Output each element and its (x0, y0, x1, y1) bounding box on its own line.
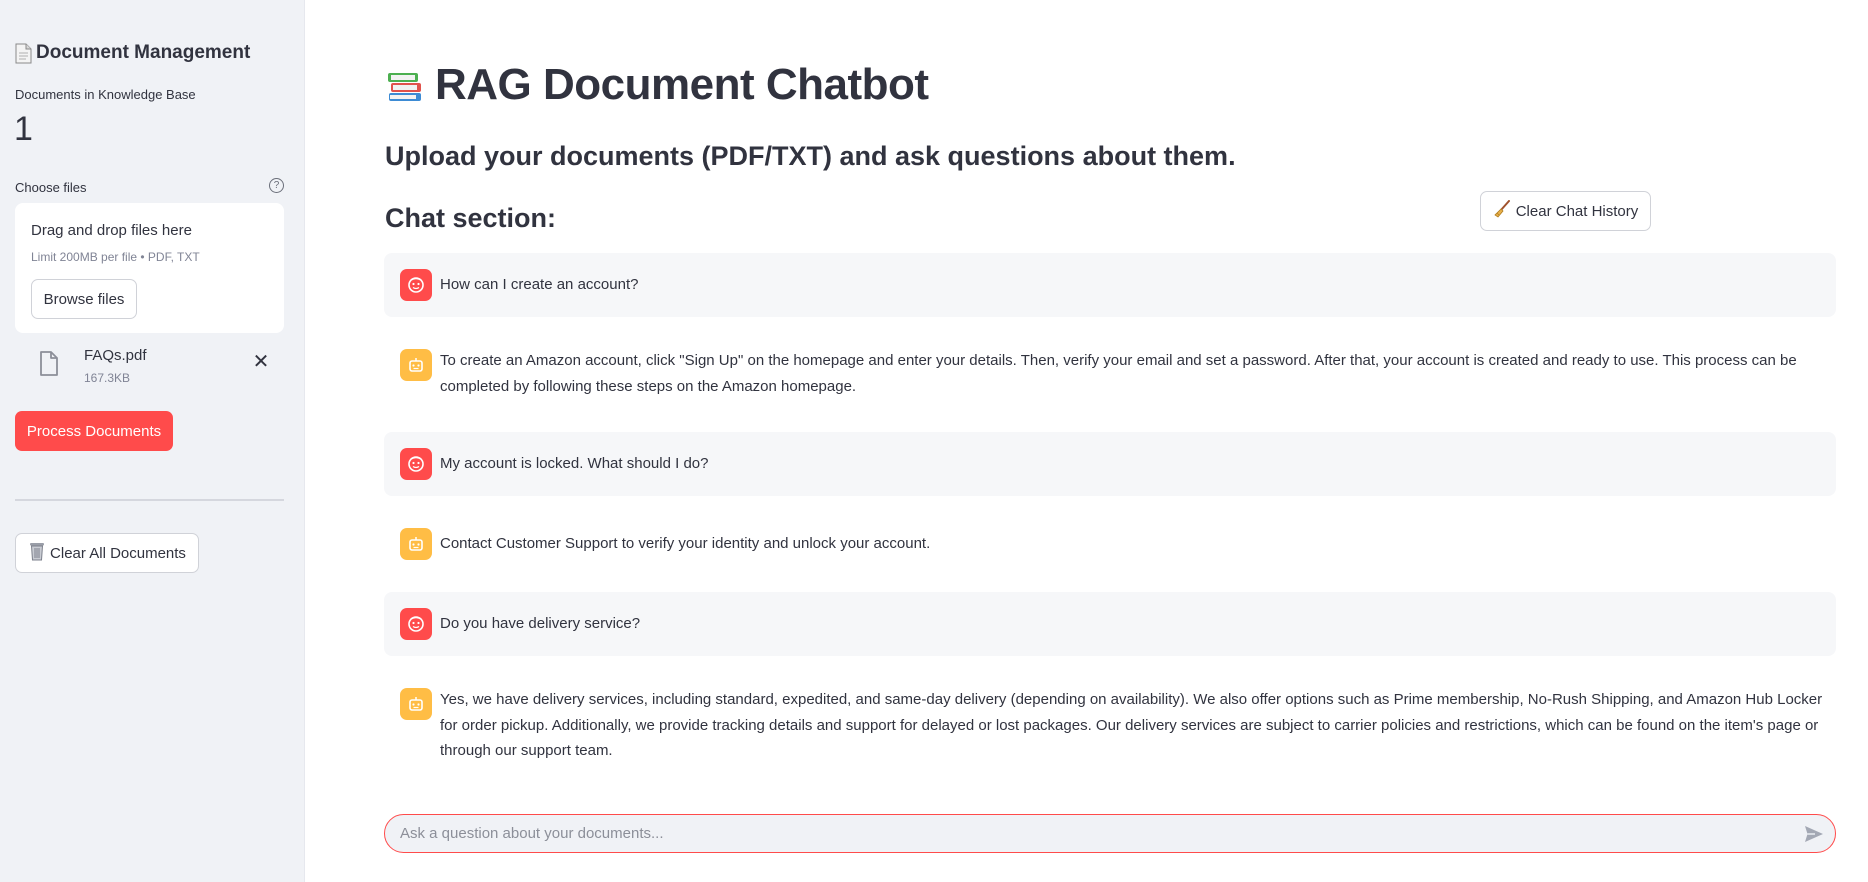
message-text: Yes, we have delivery services, includin… (440, 691, 1823, 759)
page-subtitle: Upload your documents (PDF/TXT) and ask … (385, 141, 1236, 171)
message-text: Contact Customer Support to verify your … (440, 535, 931, 552)
sidebar-divider (15, 499, 284, 501)
kb-count-value: 1 (14, 110, 33, 148)
main-content: RAG Document Chatbot Upload your documen… (305, 0, 1868, 882)
sidebar-title-text: Document Management (36, 42, 251, 63)
user-avatar-icon (400, 608, 432, 640)
message-text: Do you have delivery service? (440, 615, 641, 632)
clear-chat-history-button[interactable]: Clear Chat History (1480, 191, 1651, 231)
send-icon[interactable] (1803, 823, 1825, 845)
clear-chat-history-label: Clear Chat History (1515, 202, 1639, 220)
page-title-text: RAG Document Chatbot (435, 60, 929, 109)
broom-icon (1493, 200, 1511, 222)
choose-files-label: Choose files (15, 180, 87, 195)
assistant-avatar-icon (400, 349, 432, 381)
user-avatar-icon (400, 269, 432, 301)
assistant-avatar-icon (400, 528, 432, 560)
chat-message-assistant: Yes, we have delivery services, includin… (384, 672, 1836, 776)
page-title: RAG Document Chatbot (385, 60, 929, 110)
clear-all-documents-button[interactable]: Clear All Documents (15, 533, 199, 573)
remove-file-icon[interactable]: ✕ (249, 350, 273, 374)
file-size: 167.3KB (84, 371, 131, 385)
message-text: How can I create an account? (440, 276, 639, 293)
chat-message-user: Do you have delivery service? (384, 592, 1836, 656)
wastebasket-icon (28, 541, 46, 565)
chat-input-container (384, 814, 1836, 853)
browse-files-button[interactable]: Browse files (31, 279, 137, 319)
dropzone-limit: Limit 200MB per file • PDF, TXT (31, 250, 200, 264)
chat-input[interactable] (400, 815, 1780, 852)
clear-all-documents-label: Clear All Documents (50, 544, 186, 562)
chat-section-heading: Chat section: (385, 203, 557, 233)
uploaded-file: FAQs.pdf 167.3KB ✕ (15, 345, 284, 390)
chat-message-assistant: Contact Customer Support to verify your … (384, 512, 1836, 576)
document-icon (15, 43, 32, 64)
file-name: FAQs.pdf (84, 347, 147, 364)
chat-message-user: My account is locked. What should I do? (384, 432, 1836, 496)
file-dropzone[interactable]: Drag and drop files here Limit 200MB per… (15, 203, 284, 333)
help-icon[interactable]: ? (269, 178, 284, 193)
process-documents-button[interactable]: Process Documents (15, 411, 173, 451)
dropzone-title: Drag and drop files here (31, 222, 192, 239)
user-avatar-icon (400, 448, 432, 480)
message-text: My account is locked. What should I do? (440, 455, 709, 472)
message-text: To create an Amazon account, click "Sign… (440, 352, 1797, 395)
sidebar: Document Management Documents in Knowled… (0, 0, 305, 882)
chat-message-assistant: To create an Amazon account, click "Sign… (384, 333, 1836, 411)
chat-message-user: How can I create an account? (384, 253, 1836, 317)
kb-count-label: Documents in Knowledge Base (15, 87, 196, 102)
books-icon (385, 65, 425, 105)
assistant-avatar-icon (400, 688, 432, 720)
sidebar-title: Document Management (15, 42, 250, 64)
file-icon (39, 351, 59, 376)
